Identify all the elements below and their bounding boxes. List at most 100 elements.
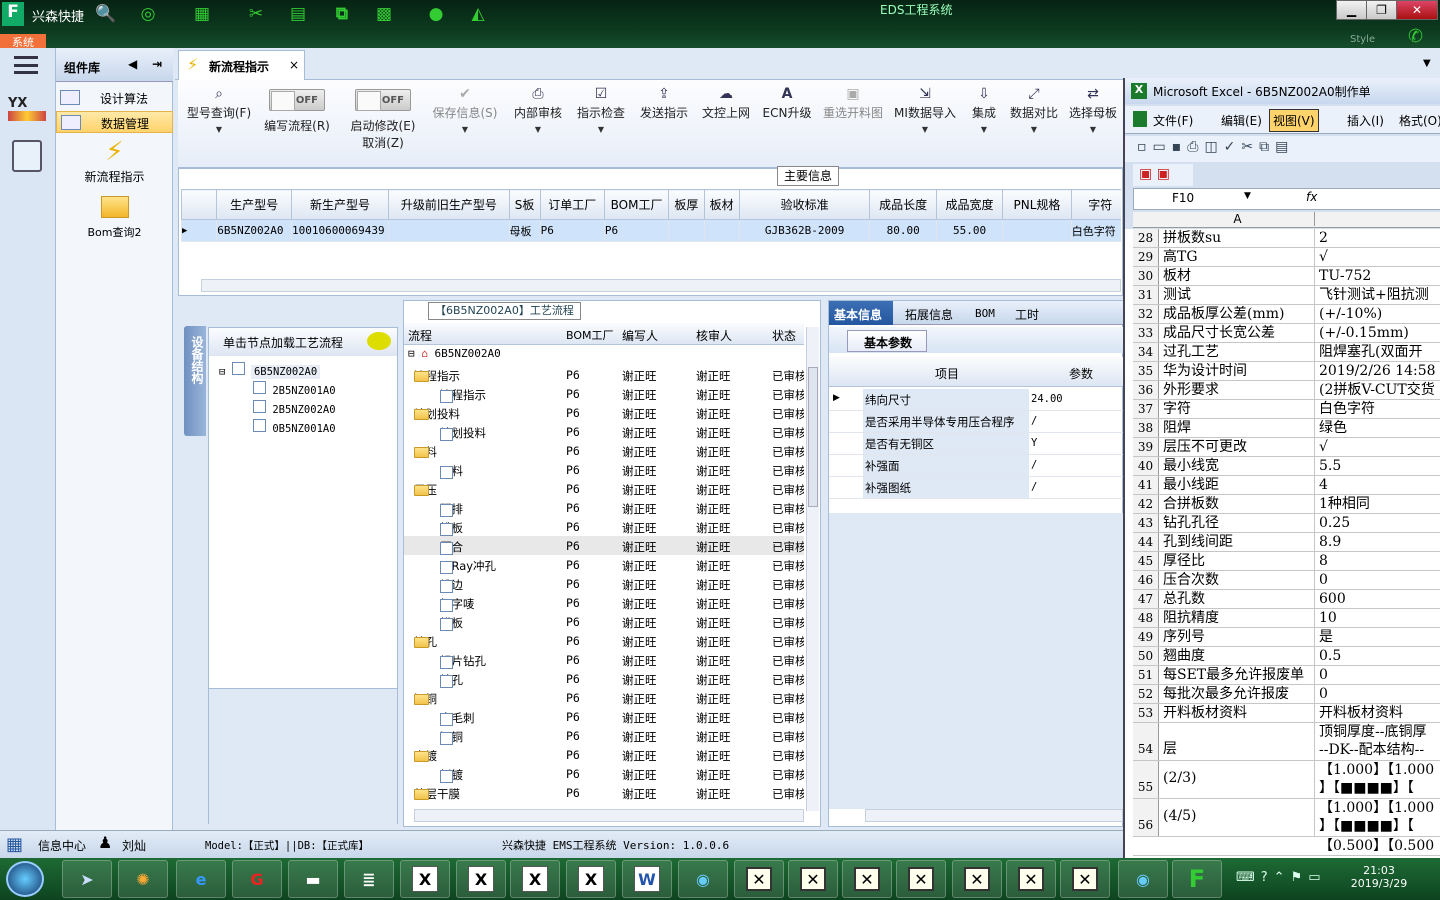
taskbar-window-icon[interactable]: ✕: [952, 860, 1002, 898]
scissors-icon[interactable]: ✂: [244, 3, 268, 25]
toggle-switch[interactable]: OFF: [355, 89, 411, 111]
col-header[interactable]: PNL规格: [1002, 189, 1072, 220]
clock[interactable]: 21:03 2019/3/29: [1346, 864, 1412, 890]
edit-process-toggle[interactable]: OFF 编写流程(R): [260, 84, 334, 134]
cell[interactable]: GJB362B-2009: [738, 219, 871, 242]
internal-review-button[interactable]: ⎙ 内部审核 ▼: [508, 84, 568, 134]
process-step-row[interactable]: 铝片钻孔 P6 谢正旺 谢正旺 已审核: [404, 650, 804, 669]
taskbar-excel-icon[interactable]: X: [510, 860, 560, 898]
taskbar-excel-icon[interactable]: X: [456, 860, 506, 898]
param-row[interactable]: 是否采用半导体专用压合程序 /: [829, 411, 1124, 433]
tab-new-process[interactable]: ⚡ 新流程指示 ×: [178, 50, 305, 81]
col-header[interactable]: 订单工厂: [539, 189, 605, 220]
lib-item-data-management[interactable]: 数据管理: [56, 111, 173, 133]
process-step-row[interactable]: 去毛刺 P6 谢正旺 谢正旺 已审核: [404, 707, 804, 726]
cell[interactable]: [1002, 219, 1072, 242]
cell[interactable]: 6B5NZ002A0: [216, 219, 292, 242]
col-header[interactable]: 验收标准: [738, 189, 871, 220]
col-header[interactable]: 成品长度: [869, 189, 937, 220]
cell-a[interactable]: 压合次数: [1161, 571, 1315, 589]
cell-a[interactable]: (2/3): [1161, 761, 1315, 798]
cell-a[interactable]: 拼板数su: [1161, 229, 1315, 247]
col-header[interactable]: 生产型号: [216, 189, 292, 220]
phone-icon[interactable]: ✆: [1408, 26, 1423, 47]
maximize-button[interactable]: ❐: [1366, 0, 1397, 20]
col-header[interactable]: 流程: [408, 327, 432, 344]
mi-import-button[interactable]: ⇲ MI数据导入 ▼: [892, 84, 958, 134]
param-row[interactable]: ▶ 纬向尺寸 24.00: [829, 389, 1124, 411]
copy-icon[interactable]: ⧉: [1259, 139, 1275, 155]
select-mother-board-button[interactable]: ⇄ 选择母板 ▼: [1066, 84, 1120, 134]
keyboard-icon[interactable]: ⌨: [1236, 870, 1261, 885]
cell-a[interactable]: 开料板材资料: [1161, 704, 1315, 722]
copy-icon[interactable]: ⧉: [330, 3, 354, 25]
toggle-switch[interactable]: OFF: [269, 89, 325, 111]
cell-a[interactable]: 厚径比: [1161, 552, 1315, 570]
taskbar-eye-icon[interactable]: ◉: [1118, 860, 1168, 898]
col-header[interactable]: 成品宽度: [935, 189, 1004, 220]
scroll-thumb[interactable]: [808, 367, 818, 507]
cell-b[interactable]: (+/-0.15mm): [1317, 324, 1440, 342]
cell-b[interactable]: 4: [1317, 476, 1440, 494]
cell[interactable]: [388, 219, 510, 242]
cell-b[interactable]: 8: [1317, 552, 1440, 570]
sheet-row[interactable]: 31 测试 飞针测试+阻抗测: [1133, 286, 1440, 305]
tab-close-icon[interactable]: ×: [289, 58, 299, 72]
cell-b[interactable]: 0.25: [1317, 514, 1440, 532]
cell-b[interactable]: 0: [1317, 571, 1440, 589]
cell-a[interactable]: 最小线距: [1161, 476, 1315, 494]
sheet-row[interactable]: 48 阻抗精度 10: [1133, 609, 1440, 628]
start-button[interactable]: [6, 861, 44, 897]
user-icon[interactable]: ●: [424, 3, 448, 25]
device-structure-tab[interactable]: 设备结构: [184, 326, 206, 436]
film-icon[interactable]: ▤: [286, 3, 310, 25]
cell[interactable]: 55.00: [935, 219, 1004, 242]
col-header[interactable]: S板: [508, 189, 541, 220]
sheet-row[interactable]: 44 孔到线间距 8.9: [1133, 533, 1440, 552]
col-header[interactable]: 板厚: [668, 189, 705, 220]
column-header-a[interactable]: A: [1161, 212, 1315, 226]
grid-icon[interactable]: ▩: [372, 3, 396, 25]
sheet-row[interactable]: 39 层压不可更改 √: [1133, 438, 1440, 457]
sheet-row[interactable]: 45 厚径比 8: [1133, 552, 1440, 571]
process-step-row[interactable]: 压合 P6 谢正旺 谢正旺 已审核: [404, 536, 804, 555]
col-header[interactable]: 参数: [1069, 365, 1093, 382]
subtab-basic-params[interactable]: 基本参数: [847, 330, 927, 352]
menu-edit[interactable]: 编辑(E): [1221, 112, 1262, 129]
cell-b[interactable]: (+/-10%): [1317, 305, 1440, 323]
cell-b[interactable]: √: [1317, 438, 1440, 456]
process-step-row[interactable]: 计划投料 P6 谢正旺 谢正旺 已审核: [404, 422, 804, 441]
cell-a[interactable]: 最小线宽: [1161, 457, 1315, 475]
chart-icon[interactable]: ◭: [466, 3, 490, 25]
taskbar-window-icon[interactable]: ✕: [1060, 860, 1110, 898]
process-group-row[interactable]: 钻孔 P6 谢正旺 谢正旺 已审核: [404, 631, 804, 650]
process-group-row[interactable]: 计划投料 P6 谢正旺 谢正旺 已审核: [404, 403, 804, 422]
cell-b[interactable]: 【0.500】【0.500: [1317, 837, 1440, 855]
col-header[interactable]: 核审人: [696, 327, 732, 344]
cell-a[interactable]: 测试: [1161, 286, 1315, 304]
col-header[interactable]: 新生产型号: [290, 189, 390, 220]
cell-a[interactable]: 阻抗精度: [1161, 609, 1315, 627]
table-row[interactable]: ▶ 6B5NZ002A0 10010600069439 母板 P6 P6 GJB…: [181, 219, 1121, 242]
taskbar-app-shell-icon[interactable]: ✺: [118, 860, 168, 898]
cell-a[interactable]: 层: [1161, 723, 1315, 760]
print-icon[interactable]: ⎙: [1187, 139, 1204, 155]
col-header[interactable]: BOM工厂: [566, 327, 614, 343]
cell-a[interactable]: 序列号: [1161, 628, 1315, 646]
taskbar-excel-icon[interactable]: X: [400, 860, 450, 898]
cell-a[interactable]: 成品尺寸长宽公差: [1161, 324, 1315, 342]
cell-b[interactable]: (2拼板V-CUT交货: [1317, 381, 1440, 399]
lifebuoy-icon[interactable]: ◎: [136, 3, 160, 25]
menu-view[interactable]: 视图(V): [1269, 109, 1319, 132]
cell-b[interactable]: 10: [1317, 609, 1440, 627]
lib-new-process[interactable]: ⚡ 新流程指示: [56, 136, 173, 188]
horizontal-scrollbar[interactable]: [414, 809, 804, 822]
cell-a[interactable]: 层压不可更改: [1161, 438, 1315, 456]
flag-icon[interactable]: ⚑: [1291, 870, 1309, 885]
cell-b[interactable]: 1种相同: [1317, 495, 1440, 513]
cell-b[interactable]: 【1.000】【1.000 】【■■■■】【: [1317, 799, 1440, 835]
cell[interactable]: 80.00: [869, 219, 937, 242]
network-icon[interactable]: ▭: [1308, 870, 1326, 885]
cell-b[interactable]: 0: [1317, 685, 1440, 703]
cell-a[interactable]: 钻孔孔径: [1161, 514, 1315, 532]
